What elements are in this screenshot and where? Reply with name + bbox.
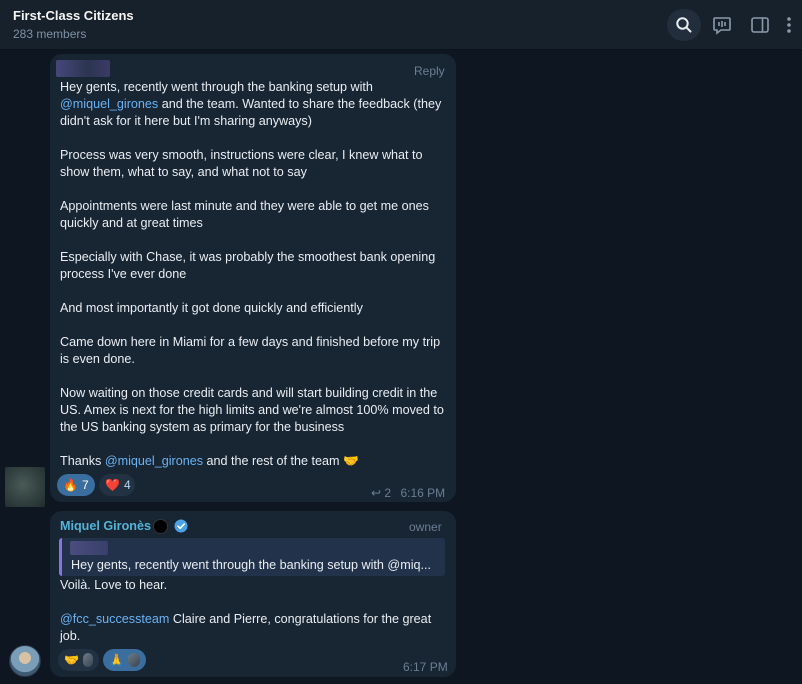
reaction-count: 7	[81, 478, 89, 492]
message-paragraph: Voilà. Love to hear.	[60, 578, 168, 592]
quoted-sender-redacted	[70, 541, 108, 555]
reaction-count: 4	[123, 478, 131, 492]
message-paragraph: And most importantly it got done quickly…	[60, 301, 363, 315]
reply-button[interactable]: Reply	[414, 64, 445, 78]
chat-header: First-Class Citizens 283 members	[0, 0, 802, 50]
user-mention[interactable]: @miquel_girones	[60, 97, 158, 111]
reply-count[interactable]: 2	[384, 486, 391, 500]
sender-name[interactable]: Miquel Gironès	[60, 519, 151, 533]
message-time: 6:16 PM	[400, 486, 446, 500]
message-paragraph: Now waiting on those credit cards and wi…	[60, 386, 444, 434]
reply-arrow-icon[interactable]: ↩	[371, 486, 381, 500]
reaction-fire[interactable]: 🔥 7	[57, 474, 95, 496]
reply-quote[interactable]: Hey gents, recently went through the ban…	[59, 538, 445, 576]
avatar[interactable]	[9, 645, 41, 677]
verified-badge-icon	[174, 519, 188, 533]
message-time: 6:17 PM	[403, 660, 448, 674]
message-meta: ↩ 2 6:16 PM	[371, 486, 445, 500]
message-paragraph: Came down here in Miami for a few days a…	[60, 335, 441, 366]
reactor-avatar	[127, 653, 140, 667]
member-count: 283 members	[13, 27, 87, 41]
user-mention[interactable]: @fcc_successteam	[60, 612, 169, 626]
reaction-handshake[interactable]: 🤝	[58, 649, 99, 671]
sender-name-redacted	[56, 60, 110, 77]
message-paragraph: Appointments were last minute and they w…	[60, 199, 429, 230]
voice-chat-icon	[713, 17, 731, 35]
message-paragraph: Process was very smooth, instructions we…	[60, 148, 423, 179]
message-paragraph: Hey gents, recently went through the ban…	[60, 80, 442, 128]
voice-chat-button[interactable]	[705, 9, 739, 41]
message-text: Voilà. Love to hear. @fcc_successteam Cl…	[60, 577, 446, 645]
more-button[interactable]	[777, 9, 801, 41]
message-paragraph: Especially with Chase, it was probably t…	[60, 250, 436, 281]
message-text: Hey gents, recently went through the ban…	[60, 79, 452, 470]
reaction-heart[interactable]: ❤️ 4	[99, 474, 135, 496]
fire-emoji: 🔥	[63, 478, 78, 492]
pray-emoji: 🙏	[109, 653, 124, 667]
handshake-emoji: 🤝	[64, 653, 79, 667]
emoji-status-icon	[153, 519, 168, 534]
role-badge: owner	[409, 520, 442, 534]
message-paragraph: @fcc_successteam Claire and Pierre, cong…	[60, 612, 432, 643]
heart-emoji: ❤️	[105, 478, 120, 492]
search-button[interactable]	[667, 9, 701, 41]
more-vertical-icon	[787, 17, 791, 33]
user-mention[interactable]: @miquel_girones	[105, 454, 203, 468]
sidebar-toggle-icon	[751, 17, 769, 33]
chat-title[interactable]: First-Class Citizens	[13, 8, 134, 23]
reaction-pray[interactable]: 🙏	[103, 649, 146, 671]
reactor-avatar	[82, 653, 93, 667]
quoted-text: Hey gents, recently went through the ban…	[71, 558, 432, 572]
search-icon	[676, 17, 692, 33]
sidebar-toggle-button[interactable]	[743, 9, 777, 41]
avatar[interactable]	[5, 467, 45, 507]
message-paragraph: Thanks @miquel_girones and the rest of t…	[60, 454, 359, 468]
